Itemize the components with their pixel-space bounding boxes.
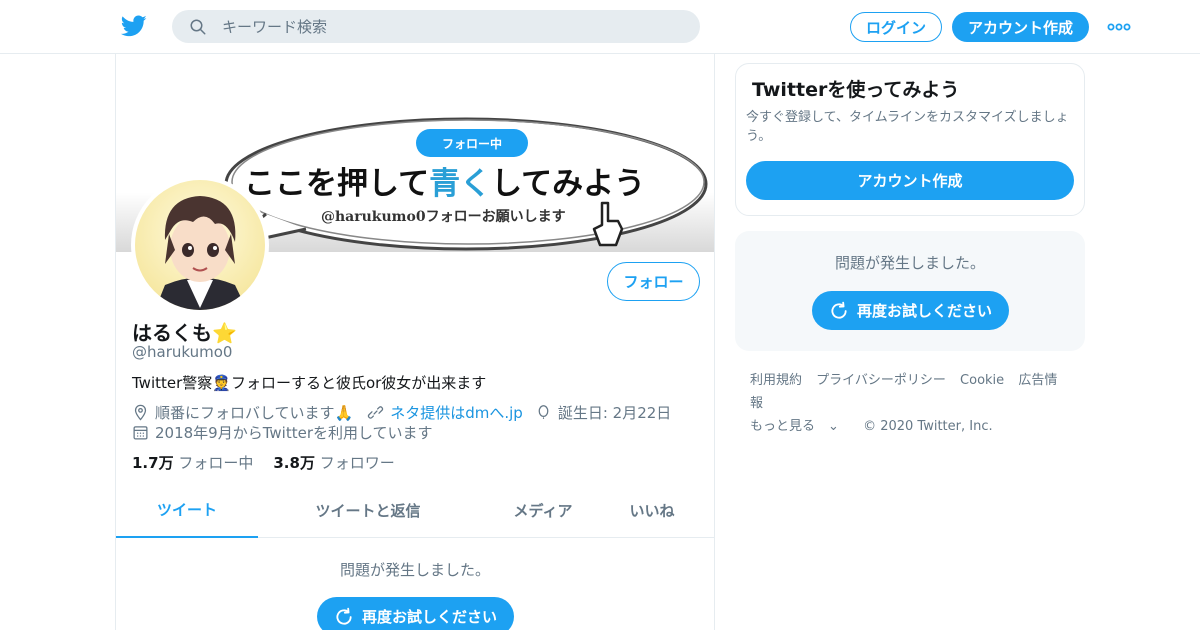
following-label: フォロー中 <box>178 454 254 472</box>
profile-avatar[interactable] <box>131 176 269 314</box>
tab-likes[interactable]: いいね <box>608 482 696 538</box>
footer-copyright: © 2020 Twitter, Inc. <box>863 419 993 434</box>
profile-name: はるくも⭐ <box>132 317 237 346</box>
footer-more-link[interactable]: もっと見る ⌄ <box>750 419 849 434</box>
star-emoji: ⭐ <box>212 321 237 345</box>
footer-link-privacy[interactable]: プライバシーポリシー <box>816 373 946 388</box>
profile-name-text: はるくも <box>132 321 212 345</box>
followers-count: 3.8万 <box>273 454 315 472</box>
signup-button[interactable]: アカウント作成 <box>952 12 1089 42</box>
profile-birthday: 誕生日: 2月22日 <box>557 404 672 422</box>
refresh-icon <box>336 607 352 625</box>
login-button[interactable]: ログイン <box>850 12 942 42</box>
location-icon <box>134 404 147 421</box>
footer-link-cookie[interactable]: Cookie <box>960 373 1004 388</box>
avatar-illustration <box>135 180 265 310</box>
search-input[interactable] <box>222 10 682 43</box>
footer-link-terms[interactable]: 利用規約 <box>750 373 802 388</box>
footer: 利用規約 プライバシーポリシー Cookie 広告情報 もっと見る ⌄ © 202… <box>750 369 1080 438</box>
profile-stats: 1.7万 フォロー中 3.8万 フォロワー <box>132 452 395 473</box>
banner-headline-part2: してみよう <box>491 166 646 202</box>
tab-media[interactable]: メディア <box>478 482 608 538</box>
followers-stat[interactable]: 3.8万 フォロワー <box>273 452 394 473</box>
profile-location: 順番にフォロバしています🙏 <box>155 404 354 422</box>
banner-headline-blue: 青く <box>429 166 492 202</box>
banner-headline-part1: ここを押して <box>244 166 430 202</box>
banner-headline: ここを押して青くしてみよう <box>244 158 645 203</box>
banner-subline: @harukumo0フォローお願いします <box>321 209 566 225</box>
profile-bio: Twitter警察👮フォローすると彼氏or彼女が出来ます <box>132 374 487 392</box>
timeline-retry-label: 再度お試しください <box>361 608 497 626</box>
signup-promo-card: Twitterを使ってみよう 今すぐ登録して、タイムラインをカスタマイズしましょ… <box>735 63 1085 216</box>
timeline-error-text: 問題が発生しました。 <box>339 561 490 579</box>
profile-column: フォロー中 ここを押して青くしてみよう @harukumo0フォローお願いします <box>115 54 715 630</box>
calendar-icon <box>133 426 148 440</box>
profile-tabs: ツイート ツイートと返信 メディア いいね <box>116 482 714 538</box>
footer-more-label: もっと見る <box>750 419 816 434</box>
balloon-icon <box>538 405 549 419</box>
following-count: 1.7万 <box>132 454 174 472</box>
chevron-down-icon: ⌄ <box>828 419 839 434</box>
followers-label: フォロワー <box>319 454 395 472</box>
link-icon <box>368 406 384 419</box>
signup-card-text: 今すぐ登録して、タイムラインをカスタマイズしましょう。 <box>746 110 1069 144</box>
profile-handle: @harukumo0 <box>132 343 233 361</box>
signup-card-title: Twitterを使ってみよう <box>752 79 960 101</box>
tab-tweets-and-replies[interactable]: ツイートと返信 <box>258 482 478 538</box>
footer-links: 利用規約 プライバシーポリシー Cookie 広告情報 <box>750 369 1080 415</box>
profile-url-link[interactable]: ネタ提供はdmへ.jp <box>390 402 523 423</box>
signup-card-button[interactable]: アカウント作成 <box>746 161 1074 200</box>
profile-meta-row-1: 順番にフォロバしています🙏 ネタ提供はdmへ.jp 誕生日: 2月22日 <box>132 402 671 423</box>
following-stat[interactable]: 1.7万 フォロー中 <box>132 452 253 473</box>
refresh-icon <box>831 301 847 319</box>
sidebar-retry-label: 再度お試しください <box>856 302 992 320</box>
sidebar-error-text: 問題が発生しました。 <box>834 254 985 272</box>
more-options-icon[interactable] <box>1106 18 1132 36</box>
footer-row-2: もっと見る ⌄ © 2020 Twitter, Inc. <box>750 415 1080 438</box>
profile-joined-date: 2018年9月からTwitterを利用しています <box>155 424 433 442</box>
profile-meta-row-2: 2018年9月からTwitterを利用しています <box>132 422 433 443</box>
banner-follow-badge: フォロー中 <box>441 136 502 151</box>
sidebar-retry-button[interactable]: 再度お試しください <box>812 291 1009 330</box>
search-box[interactable] <box>172 10 700 43</box>
tab-tweets[interactable]: ツイート <box>116 482 258 538</box>
sidebar-error-box: 問題が発生しました。 再度お試しください <box>735 231 1085 351</box>
search-icon <box>190 19 206 35</box>
pointing-hand-icon <box>592 201 624 247</box>
twitter-logo-icon[interactable] <box>120 13 148 39</box>
top-navigation-bar: ログイン アカウント作成 <box>0 0 1200 54</box>
follow-button[interactable]: フォロー <box>607 262 700 301</box>
timeline-retry-button[interactable]: 再度お試しください <box>317 597 514 630</box>
